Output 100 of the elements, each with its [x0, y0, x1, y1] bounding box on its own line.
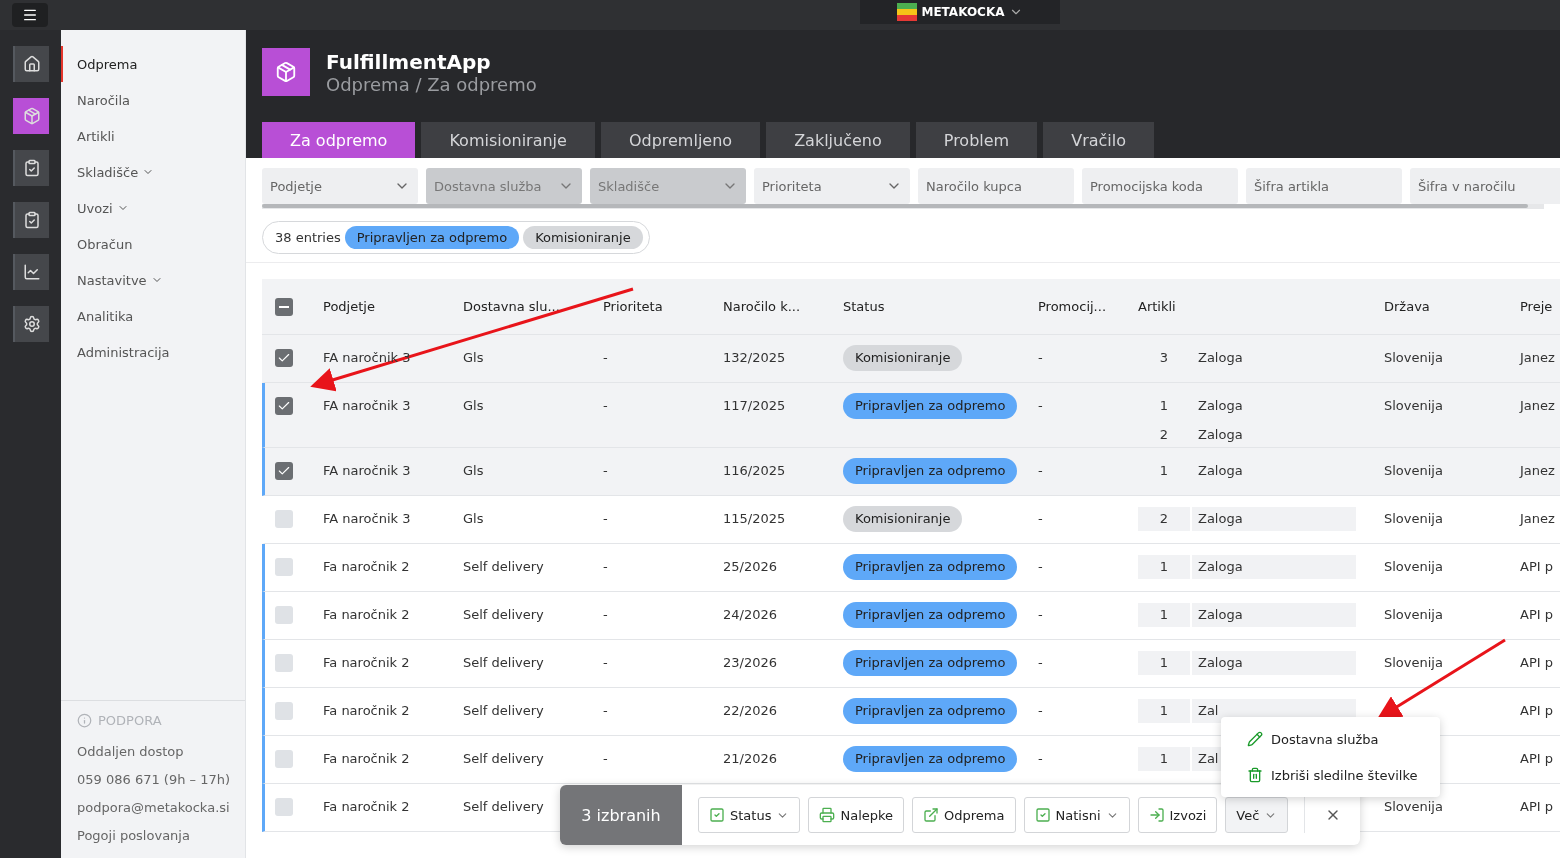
trash-icon: [1247, 767, 1263, 783]
nav-rail-button[interactable]: [12, 98, 49, 134]
nav-rail-button[interactable]: [12, 306, 49, 342]
sidebar-item[interactable]: Odprema: [61, 46, 142, 82]
nav-rail-button[interactable]: [12, 202, 49, 238]
column-header[interactable]: Država: [1384, 299, 1430, 314]
entries-count: 38 entries: [275, 230, 341, 245]
quantity-cell-text: 1: [1158, 397, 1170, 415]
status-chip[interactable]: Pripravljen za odpremo: [344, 226, 520, 249]
sidebar-item[interactable]: Nastavitve: [61, 262, 167, 298]
support-title: PODPORA: [98, 713, 162, 728]
table-cell: -: [1038, 655, 1043, 670]
table-cell: Self delivery: [463, 655, 544, 670]
quantity-cell-text: 1: [1158, 462, 1170, 480]
select-all-checkbox[interactable]: [275, 297, 293, 316]
table-cell: Fa naročnik 2: [323, 799, 410, 814]
nav-rail-button[interactable]: [12, 150, 49, 186]
item-cell-text: Zaloga: [1197, 397, 1244, 415]
table-cell: Slovenija: [1384, 799, 1443, 814]
item-cell: Zaloga: [1192, 603, 1356, 627]
row-checkbox[interactable]: [275, 606, 293, 624]
table-cell: -: [1038, 607, 1043, 622]
column-header[interactable]: Naročilo k...: [723, 299, 801, 314]
column-header[interactable]: Status: [843, 299, 885, 314]
scrollbar-thumb[interactable]: [262, 204, 1528, 208]
tab[interactable]: Vračilo: [1043, 122, 1154, 158]
tab[interactable]: Odpremljeno: [600, 122, 761, 158]
item-cell-text: Zaloga: [1197, 462, 1244, 480]
column-header[interactable]: Podjetje: [323, 299, 375, 314]
row-checkbox[interactable]: [275, 558, 293, 576]
row-checkbox[interactable]: [275, 798, 293, 816]
action-button[interactable]: Izvozi: [1137, 797, 1218, 833]
company-switcher[interactable]: METAKOCKA: [860, 0, 1060, 24]
check-icon: [277, 399, 291, 413]
sidebar-item[interactable]: Analitika: [61, 298, 138, 334]
tab[interactable]: Komisioniranje: [421, 122, 595, 158]
table-cell: -: [603, 463, 608, 478]
row-checkbox[interactable]: [275, 349, 293, 367]
row-checkbox[interactable]: [275, 702, 293, 720]
action-button[interactable]: Status: [698, 797, 801, 833]
column-header[interactable]: Preje: [1520, 299, 1553, 314]
item-cell: Zaloga: [1192, 507, 1356, 531]
filter-dropdown[interactable]: Podjetje: [262, 168, 418, 204]
checkbox-icon: [1034, 807, 1051, 823]
column-header[interactable]: Prioriteta: [603, 299, 663, 314]
action-button[interactable]: Več: [1225, 797, 1289, 833]
table-cell: -: [1038, 398, 1043, 413]
status-badge: Pripravljen za odpremo: [843, 650, 1018, 676]
filter-field[interactable]: Promocijska koda: [1082, 168, 1238, 204]
sidebar-item[interactable]: Uvozi: [61, 190, 133, 226]
row-checkbox[interactable]: [275, 462, 293, 480]
nav-rail-button[interactable]: [12, 254, 49, 290]
quantity-cell-text: 3: [1158, 349, 1170, 367]
filter-field[interactable]: Šifra artikla: [1246, 168, 1402, 204]
table-cell: Self delivery: [463, 559, 544, 574]
action-button[interactable]: Nalepke: [808, 797, 905, 833]
chart-icon: [22, 263, 41, 281]
row-checkbox[interactable]: [275, 750, 293, 768]
table-cell: 116/2025: [723, 463, 786, 478]
table-cell: 21/2026: [723, 751, 777, 766]
action-button[interactable]: Odprema: [912, 797, 1016, 833]
table-cell: -: [603, 751, 608, 766]
sidebar-item[interactable]: Skladišče: [61, 154, 159, 190]
filter-dropdown[interactable]: Prioriteta: [754, 168, 910, 204]
info-icon: [77, 713, 92, 728]
table-cell: -: [603, 703, 608, 718]
column-header[interactable]: Artikli: [1138, 299, 1176, 314]
table-cell: -: [1038, 559, 1043, 574]
sidebar-item[interactable]: Naročila: [61, 82, 135, 118]
minus-icon: [279, 305, 289, 308]
row-checkbox[interactable]: [275, 397, 293, 415]
column-header[interactable]: Promocij...: [1038, 299, 1106, 314]
filter-field[interactable]: Šifra v naročilu: [1410, 168, 1560, 204]
table-cell: 23/2026: [723, 655, 777, 670]
sidebar-item[interactable]: Artikli: [61, 118, 119, 154]
quantity-cell: 1: [1138, 555, 1190, 579]
sidebar-item[interactable]: Administracija: [61, 334, 174, 370]
support-link[interactable]: 059 086 671 (9h – 17h): [77, 768, 231, 790]
tab[interactable]: Za odpremo: [262, 122, 416, 158]
table-cell: Gls: [463, 398, 484, 413]
column-header[interactable]: Dostavna slu...: [463, 299, 560, 314]
row-checkbox[interactable]: [275, 654, 293, 672]
row-checkbox[interactable]: [275, 510, 293, 528]
support-link[interactable]: Oddaljen dostop: [77, 740, 184, 762]
tab[interactable]: Zaključeno: [766, 122, 910, 158]
support-link[interactable]: Pogoji poslovanja: [77, 824, 190, 846]
table-cell: API p: [1520, 799, 1553, 814]
table-cell: Slovenija: [1384, 655, 1443, 670]
table-cell: -: [603, 559, 608, 574]
tab[interactable]: Problem: [915, 122, 1038, 158]
status-chip[interactable]: Komisioniranje: [523, 226, 643, 249]
nav-rail-button[interactable]: [12, 46, 49, 82]
filter-field[interactable]: Naročilo kupca: [918, 168, 1074, 204]
table-cell: 115/2025: [723, 511, 786, 526]
action-button[interactable]: Natisni: [1023, 797, 1130, 833]
support-link[interactable]: podpora@metakocka.si: [77, 796, 230, 818]
sidebar-item[interactable]: Obračun: [61, 226, 137, 262]
table-cell: FA naročnik 3: [323, 398, 411, 413]
status-badge: Komisioniranje: [843, 345, 963, 371]
menu-button[interactable]: [12, 3, 48, 27]
